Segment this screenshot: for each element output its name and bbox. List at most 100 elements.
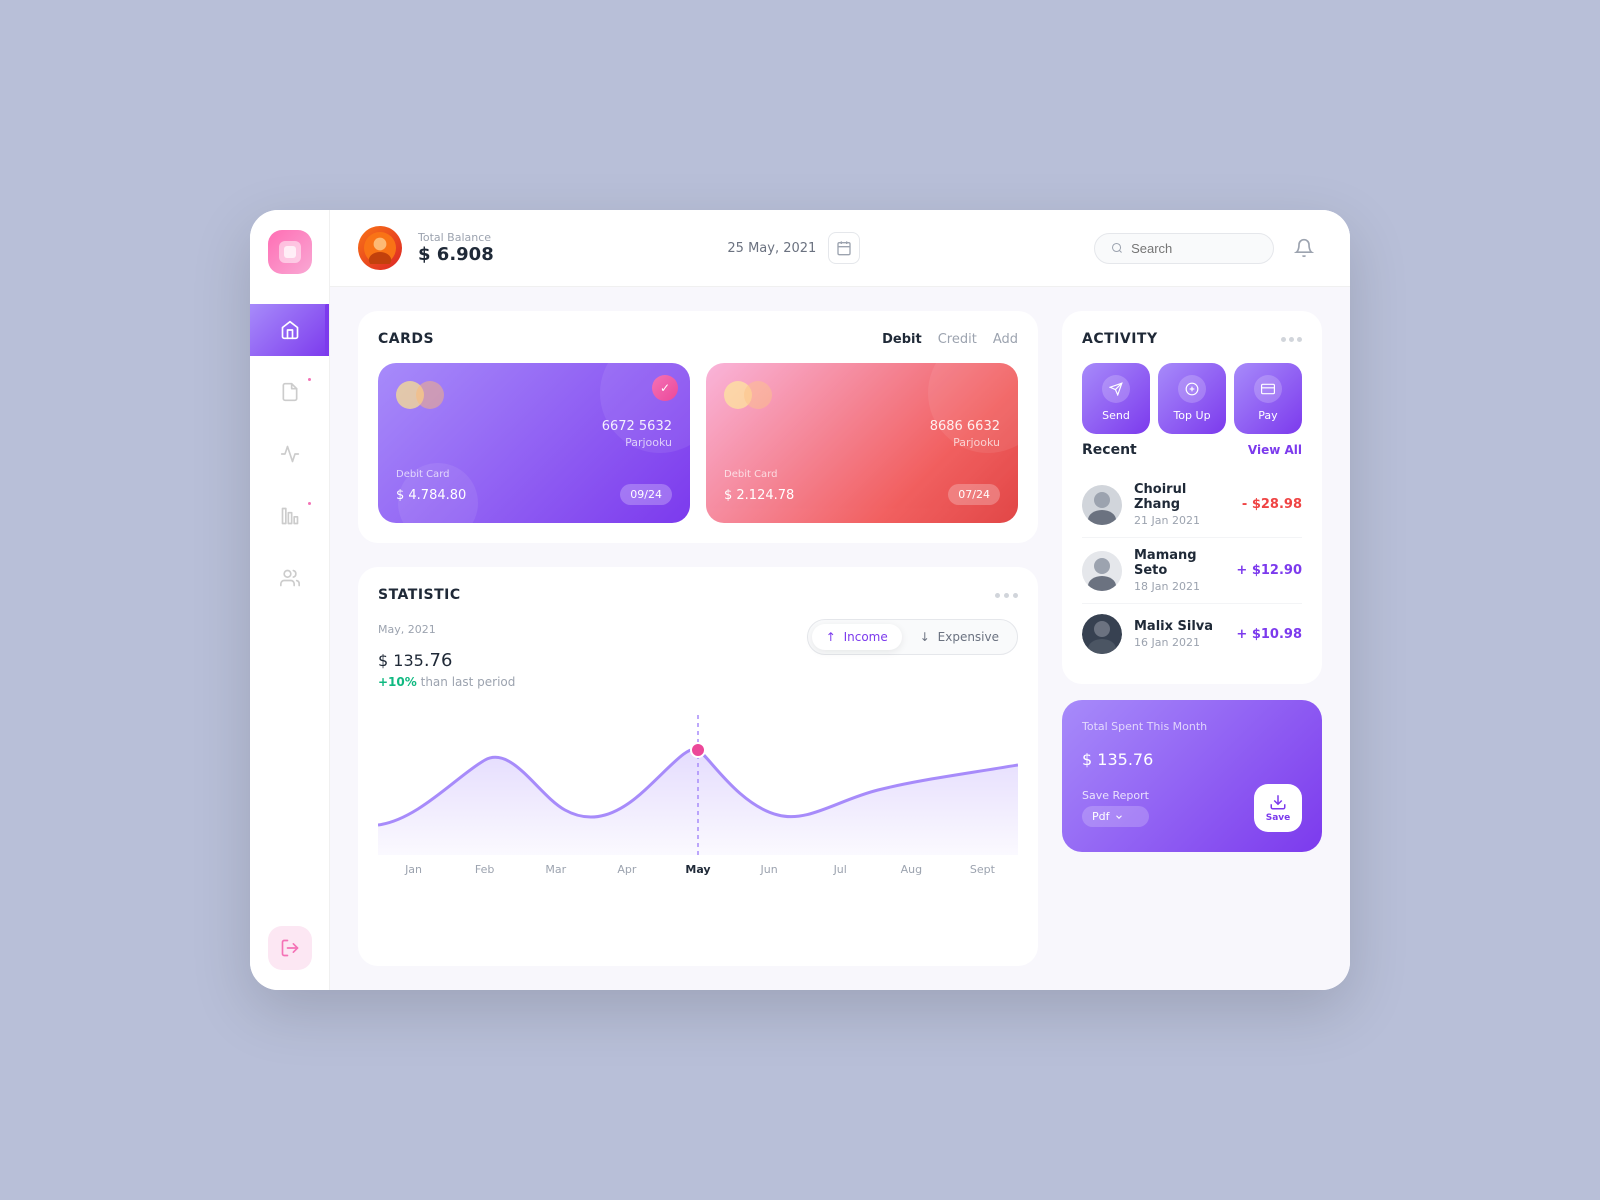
trans-name-1: Choirul Zhang — [1134, 482, 1230, 512]
total-spent-amount: $ 135.76 — [1082, 739, 1302, 772]
save-button[interactable]: Save — [1254, 784, 1302, 832]
users-icon — [279, 567, 301, 589]
balance-label: Total Balance — [418, 231, 494, 244]
toggle-expensive[interactable]: ↓ Expensive — [906, 624, 1013, 650]
tab-credit[interactable]: Credit — [938, 332, 977, 347]
sidebar-item-users[interactable] — [250, 552, 329, 604]
trans-info-1: Choirul Zhang 21 Jan 2021 — [1134, 482, 1230, 527]
chart-label-sept: Sept — [947, 863, 1018, 876]
notification-dot-2 — [306, 500, 313, 507]
save-btn-label: Save — [1266, 813, 1291, 823]
activity-header: ACTIVITY — [1082, 331, 1302, 347]
card-bottom-2: Debit Card $ 2.124.78 07/24 — [724, 469, 1000, 505]
card-info: Debit Card $ 4.784.80 — [396, 469, 466, 505]
toggle-income-label: Income — [844, 630, 888, 644]
cards-section: CARDS Debit Credit Add ✓ — [358, 311, 1038, 543]
logout-button[interactable] — [268, 926, 312, 970]
card-pink[interactable]: 8686 6632 Parjooku Debit Card $ 2.124.78… — [706, 363, 1018, 523]
card-amount-2: $ 2.124.78 — [724, 480, 794, 505]
trans-date-3: 16 Jan 2021 — [1134, 636, 1224, 649]
chart-active-point — [691, 743, 705, 757]
notification-button[interactable] — [1286, 230, 1322, 266]
topup-button[interactable]: Top Up — [1158, 363, 1226, 434]
trans-name-2: Mamang Seto — [1134, 548, 1224, 578]
tab-debit[interactable]: Debit — [882, 332, 922, 347]
pay-icon — [1254, 375, 1282, 403]
chart-label-aug: Aug — [876, 863, 947, 876]
chart-line-icon — [279, 443, 301, 465]
income-icon: ↑ — [826, 630, 836, 644]
total-amount-decimal: .76 — [1128, 750, 1153, 769]
save-report-info: Save Report Pdf — [1082, 789, 1149, 827]
statistic-menu[interactable] — [995, 593, 1018, 598]
sidebar-nav — [250, 304, 329, 916]
chart-label-jul: Jul — [805, 863, 876, 876]
trans-avatar-1 — [1082, 485, 1122, 525]
sidebar-item-analytics[interactable] — [250, 428, 329, 480]
menu-dot — [995, 593, 1000, 598]
save-icon — [1269, 793, 1287, 811]
send-label: Send — [1102, 409, 1130, 422]
chart-container — [378, 715, 1018, 855]
avatar — [358, 226, 402, 270]
trans-date-1: 21 Jan 2021 — [1134, 514, 1230, 527]
toggle-income[interactable]: ↑ Income — [812, 624, 902, 650]
activity-title: ACTIVITY — [1082, 331, 1158, 347]
menu-dot-1 — [1281, 337, 1286, 342]
activity-menu[interactable] — [1281, 337, 1302, 342]
header: Total Balance $ 6.908 25 May, 2021 — [330, 210, 1350, 287]
search-bar[interactable] — [1094, 233, 1274, 264]
card-expiry-2: 07/24 — [948, 484, 1000, 505]
header-date: 25 May, 2021 — [727, 241, 816, 256]
document-icon — [279, 381, 301, 403]
view-all-button[interactable]: View All — [1248, 443, 1302, 457]
card-circle-right — [416, 381, 444, 409]
card-type: Debit Card — [396, 469, 466, 480]
send-button[interactable]: Send — [1082, 363, 1150, 434]
transaction-item-2: Mamang Seto 18 Jan 2021 + $12.90 — [1082, 538, 1302, 604]
total-amount-main: $ 135 — [1082, 750, 1128, 769]
card-purple[interactable]: ✓ 6672 5632 Parjooku Debit Card — [378, 363, 690, 523]
chart-labels: Jan Feb Mar Apr May Jun Jul Aug Sept — [378, 855, 1018, 876]
logo-icon — [279, 241, 301, 263]
calendar-button[interactable] — [828, 232, 860, 264]
trans-name-3: Malix Silva — [1134, 619, 1224, 634]
sidebar — [250, 210, 330, 990]
cards-header: CARDS Debit Credit Add — [378, 331, 1018, 347]
card-selected-check: ✓ — [652, 375, 678, 401]
trans-amount-2: + $12.90 — [1236, 563, 1302, 578]
card-expiry: 09/24 — [620, 484, 672, 505]
stat-change: +10% than last period — [378, 675, 515, 689]
search-input[interactable] — [1131, 241, 1257, 256]
user-photo-choirul — [1082, 485, 1122, 525]
sidebar-item-documents[interactable] — [250, 366, 329, 418]
tab-add[interactable]: Add — [993, 332, 1018, 347]
total-spent-label: Total Spent This Month — [1082, 720, 1302, 733]
menu-dot-2 — [1289, 337, 1294, 342]
card-circle-right-2 — [744, 381, 772, 409]
content: CARDS Debit Credit Add ✓ — [330, 287, 1350, 990]
recent-title: Recent — [1082, 442, 1137, 458]
statistic-section: STATISTIC May, 2021 $ 135.76 — [358, 567, 1038, 966]
bell-icon — [1294, 238, 1314, 258]
sidebar-item-home[interactable] — [250, 304, 329, 356]
sidebar-item-statistics[interactable] — [250, 490, 329, 542]
pdf-badge[interactable]: Pdf — [1082, 806, 1149, 827]
chevron-down-icon — [1114, 812, 1124, 822]
topup-label: Top Up — [1173, 409, 1210, 422]
calendar-icon — [836, 240, 852, 256]
transactions-list: Choirul Zhang 21 Jan 2021 - $28.98 — [1082, 472, 1302, 664]
pay-button[interactable]: Pay — [1234, 363, 1302, 434]
menu-dot — [1013, 593, 1018, 598]
app-logo[interactable] — [268, 230, 312, 274]
chart-label-may: May — [662, 863, 733, 876]
logout-icon — [280, 938, 300, 958]
header-balance: Total Balance $ 6.908 — [418, 231, 494, 265]
main-content: Total Balance $ 6.908 25 May, 2021 — [330, 210, 1350, 990]
card-bottom: Debit Card $ 4.784.80 09/24 — [396, 469, 672, 505]
trans-amount-3: + $10.98 — [1236, 627, 1302, 642]
trans-amount-1: - $28.98 — [1242, 497, 1302, 512]
right-panel: ACTIVITY — [1062, 311, 1322, 966]
recent-header: Recent View All — [1082, 442, 1302, 458]
card-tabs: Debit Credit Add — [882, 332, 1018, 347]
